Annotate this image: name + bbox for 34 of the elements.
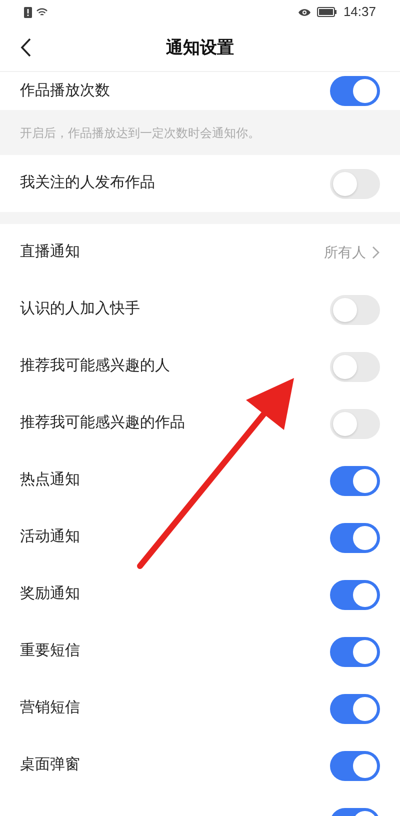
- setting-label: 热点通知: [20, 470, 80, 490]
- back-icon: [20, 38, 31, 57]
- toggle-switch[interactable]: [330, 466, 380, 496]
- wifi-icon: [36, 7, 48, 17]
- toggle-switch[interactable]: [330, 352, 380, 382]
- setting-label: 奖励通知: [20, 584, 80, 604]
- page-title: 通知设置: [166, 36, 234, 59]
- setting-label: 营销短信: [20, 698, 80, 718]
- status-time: 14:37: [343, 3, 376, 22]
- setting-label: 推荐我可能感兴趣的作品: [20, 413, 185, 434]
- toggle-switch[interactable]: [330, 636, 380, 666]
- hint-text: 开启后，作品播放达到一定次数时会通知你。: [20, 124, 260, 142]
- battery-icon: [317, 7, 338, 17]
- eye-icon: [298, 8, 312, 16]
- chevron-right-icon: [372, 246, 380, 259]
- toggle-switch[interactable]: [330, 294, 380, 324]
- sim-alert-icon: [24, 6, 32, 18]
- toggle-switch[interactable]: [330, 750, 380, 780]
- value-link[interactable]: 所有人: [324, 242, 380, 263]
- setting-label: 桌面弹窗: [20, 755, 80, 776]
- setting-label: 认识的人加入快手: [20, 299, 140, 320]
- toggle-switch[interactable]: [330, 522, 380, 552]
- setting-label: 我关注的人发布作品: [20, 173, 155, 194]
- toggle-switch[interactable]: [330, 408, 380, 438]
- setting-label: 作品播放次数: [20, 80, 110, 101]
- toggle-switch[interactable]: [330, 580, 380, 610]
- setting-label: 重要短信: [20, 641, 80, 662]
- toggle-switch[interactable]: [330, 694, 380, 724]
- setting-label: 推荐我可能感兴趣的人: [20, 356, 170, 376]
- toggle-switch[interactable]: [330, 76, 380, 106]
- toggle-switch[interactable]: [330, 168, 380, 198]
- setting-label: 活动通知: [20, 527, 80, 548]
- back-button[interactable]: [20, 38, 31, 57]
- setting-label: 直播通知: [20, 242, 80, 262]
